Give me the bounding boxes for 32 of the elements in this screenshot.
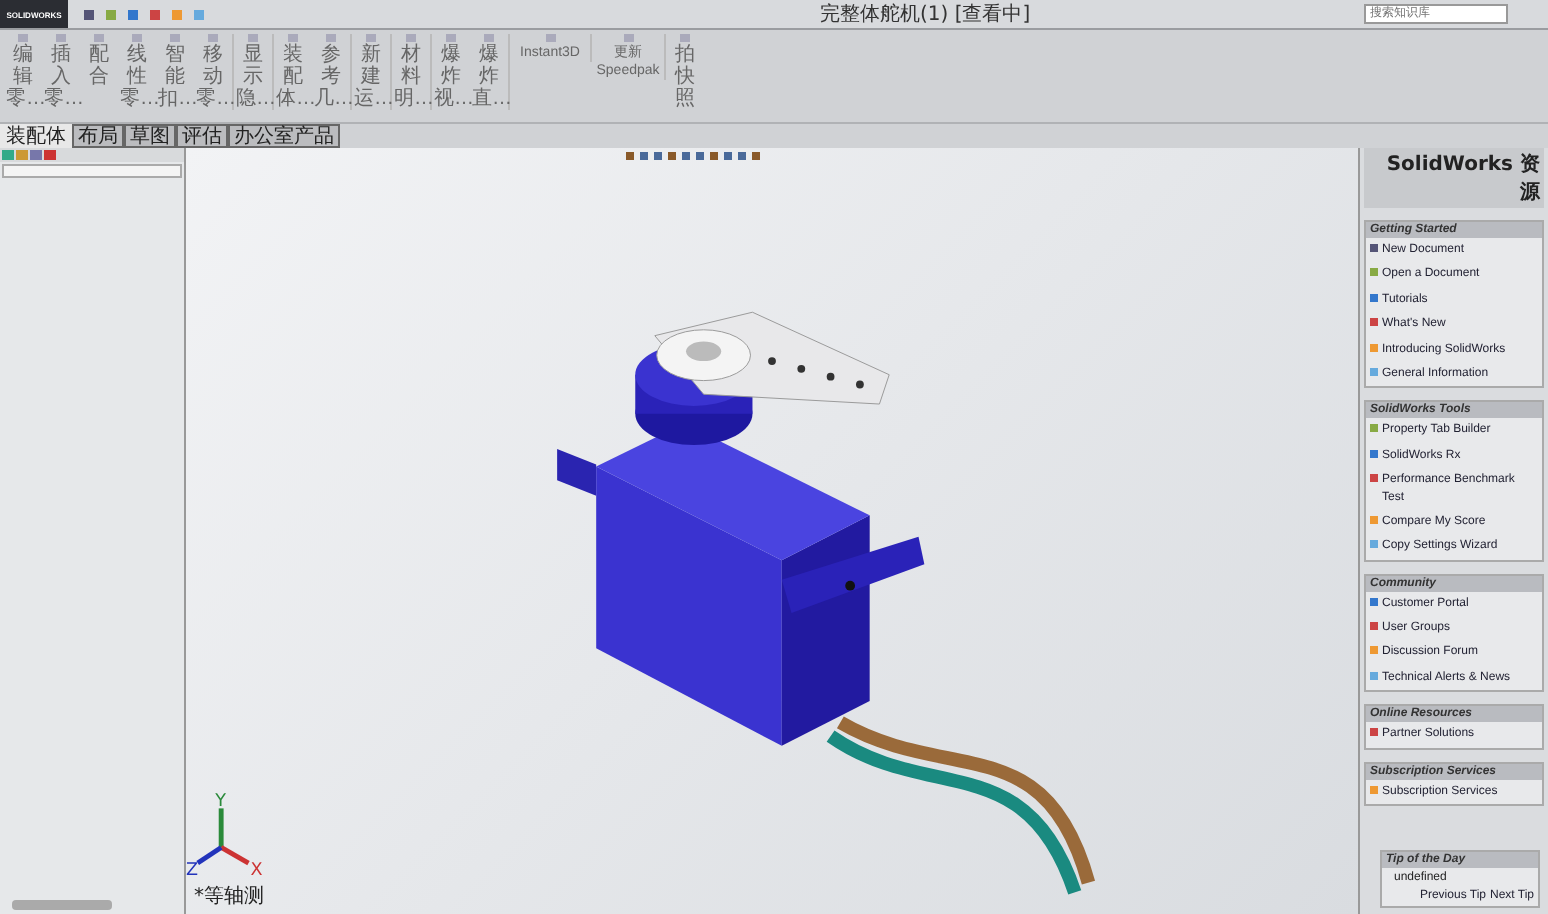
scrollbar[interactable]: [12, 900, 112, 910]
ribbon-button[interactable]: 插入零…: [42, 34, 80, 110]
axis-label: Z: [186, 860, 199, 881]
axis-label: X: [250, 860, 263, 881]
ribbon-tab[interactable]: 布局: [72, 124, 124, 148]
axis-label: Y: [215, 792, 227, 813]
ribbon-tab[interactable]: 评估: [176, 124, 228, 148]
ribbon-button[interactable]: 智能扣…: [156, 34, 194, 110]
ribbon-tab[interactable]: 草图: [124, 124, 176, 148]
ribbon-button[interactable]: 显示隐…: [234, 34, 274, 110]
ribbon-button[interactable]: 移动零…: [194, 34, 234, 110]
ribbon-button[interactable]: 材料明…: [392, 34, 432, 110]
ribbon-button[interactable]: 线性零…: [118, 34, 156, 110]
ribbon-button[interactable]: 新建运…: [352, 34, 392, 110]
toolbar-icon[interactable]: [84, 9, 94, 19]
axis-triad-drawing: [196, 808, 250, 866]
ribbon-tab[interactable]: 装配体: [0, 124, 72, 148]
toolbar-icon[interactable]: [150, 9, 160, 19]
view-toolbar-icons[interactable]: [626, 152, 762, 160]
filter-field[interactable]: [2, 164, 182, 178]
window-title: 完整体舵机(1) [查看中]: [818, 1, 1033, 28]
view-orientation-label: *等轴测: [194, 883, 264, 910]
ribbon-button[interactable]: 配合: [80, 34, 118, 88]
ribbon-button[interactable]: 爆炸直…: [470, 34, 510, 110]
ribbon-button[interactable]: 爆炸视…: [432, 34, 470, 110]
ribbon-button[interactable]: 拍快照: [666, 34, 704, 110]
ribbon-button[interactable]: 装配体…: [274, 34, 312, 110]
ribbon-button[interactable]: 参考几…: [312, 34, 352, 110]
toolbar-icon[interactable]: [128, 9, 138, 19]
ribbon-tab[interactable]: 办公室产品: [228, 124, 340, 148]
task-pane-title: SolidWorks 资源: [1364, 148, 1544, 208]
ribbon-button[interactable]: 编辑零…: [4, 34, 42, 110]
